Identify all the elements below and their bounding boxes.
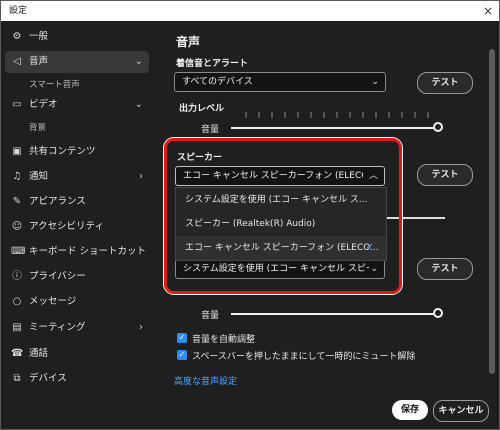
auto-adjust-checkbox[interactable]: ✓ [177,333,187,343]
sidebar-item-label: 一般 [29,31,49,42]
output-volume-label: 音量 [201,125,220,135]
chevron-down-icon[interactable]: ⌄ [135,51,143,73]
microphone-volume-thumb[interactable] [433,308,443,318]
sidebar-item-label: 音声 [29,56,49,67]
sidebar-item-notifications[interactable]: ♫ 通知 › [5,166,149,188]
sidebar-item-meetings[interactable]: ▤ ミーティング › [5,317,149,339]
window-title: 設定 [9,6,28,16]
ringtone-heading: 着信音とアラート [176,59,249,69]
chevron-down-icon[interactable]: ⌄ [135,94,143,116]
output-level-label: 出力レベル [179,104,225,114]
push-to-talk-checkbox[interactable]: ✓ [177,350,187,360]
sidebar-item-label: ビデオ [29,99,58,110]
sidebar-subitem-background[interactable]: 背景 [29,121,46,135]
sidebar-item-label: 共有コンテンツ [29,146,96,157]
ringtone-device-dropdown[interactable]: すべてのデバイス ⌄ [174,72,386,92]
microphone-volume-label: 音量 [201,311,220,321]
sidebar: ⚙ 一般 ◁ 音声 ⌄ スマート音声 ▭ ビデオ ⌄ 背景 ▣ 共有コンテンツ … [1,21,165,429]
advanced-audio-settings-link[interactable]: 高度な音声設定 [174,374,237,387]
sidebar-item-accessibility[interactable]: ☺ アクセシビリティ [5,216,149,238]
chat-bubble-icon: ○ [12,296,22,307]
cancel-button[interactable]: キャンセル [433,400,489,422]
sidebar-item-calls[interactable]: ☎ 通話 [5,343,149,365]
sidebar-item-label: アクセシビリティ [29,221,104,232]
phone-icon: ☎ [11,348,24,359]
push-to-talk-label: スペースバーを押したままにして一時的にミュート解除 [192,352,416,362]
sidebar-item-devices[interactable]: ⧉ デバイス [5,368,149,390]
sidebar-item-label: キーボード ショートカット [29,246,147,257]
sidebar-item-messages[interactable]: ○ メッセージ [5,291,149,313]
video-camera-icon: ▭ [12,99,22,110]
ringtone-test-button[interactable]: テスト [417,72,473,94]
output-volume-slider[interactable] [231,127,437,129]
sidebar-subitem-smart-audio[interactable]: スマート音声 [29,78,80,92]
title-bar: 設定 × [1,1,499,21]
save-button[interactable]: 保存 [392,400,428,420]
sidebar-item-general[interactable]: ⚙ 一般 [5,26,149,48]
sidebar-item-label: 通知 [29,171,49,182]
sidebar-item-label: ミーティング [29,322,86,333]
sidebar-item-video[interactable]: ▭ ビデオ ⌄ [5,94,149,116]
sidebar-item-share-content[interactable]: ▣ 共有コンテンツ [5,141,149,163]
page-title: 音声 [176,35,201,49]
sidebar-item-label: メッセージ [29,296,77,307]
scrollbar[interactable] [489,49,495,374]
output-volume-thumb[interactable] [433,122,443,132]
microphone-volume-slider[interactable] [231,313,437,315]
sidebar-item-appearance[interactable]: ✎ アピアランス [5,191,149,213]
sidebar-item-label: 通話 [29,348,49,359]
appearance-icon: ✎ [12,196,22,207]
auto-adjust-label: 音量を自動調整 [192,335,256,345]
output-level-meter [245,103,440,118]
sidebar-item-label: デバイス [29,373,67,384]
devices-icon: ⧉ [13,373,21,384]
red-highlight-outline [164,138,402,294]
chevron-right-icon[interactable]: › [139,317,143,339]
keyboard-icon: ⌨ [11,246,26,257]
accessibility-icon: ☺ [11,221,23,232]
calendar-icon: ▤ [12,322,22,333]
close-icon[interactable]: × [483,1,493,21]
sidebar-item-privacy[interactable]: ⓘ プライバシー [5,266,149,288]
speaker-test-button[interactable]: テスト [417,164,473,186]
share-screen-icon: ▣ [12,146,22,157]
chevron-down-icon: ⌄ [371,77,379,87]
gear-icon: ⚙ [12,31,22,42]
sidebar-item-label: プライバシー [29,271,86,282]
sidebar-item-label: アピアランス [29,196,86,207]
privacy-icon: ⓘ [12,271,22,282]
speaker-icon: ◁ [13,56,21,67]
bell-icon: ♫ [12,171,22,182]
chevron-right-icon[interactable]: › [139,166,143,188]
sidebar-item-keyboard-shortcuts[interactable]: ⌨ キーボード ショートカット [5,241,149,263]
settings-window: 設定 × ⚙ 一般 ◁ 音声 ⌄ スマート音声 ▭ ビデオ ⌄ 背景 ▣ 共有コ… [0,0,500,430]
microphone-test-button[interactable]: テスト [417,258,473,280]
sidebar-item-audio[interactable]: ◁ 音声 ⌄ [5,51,149,73]
